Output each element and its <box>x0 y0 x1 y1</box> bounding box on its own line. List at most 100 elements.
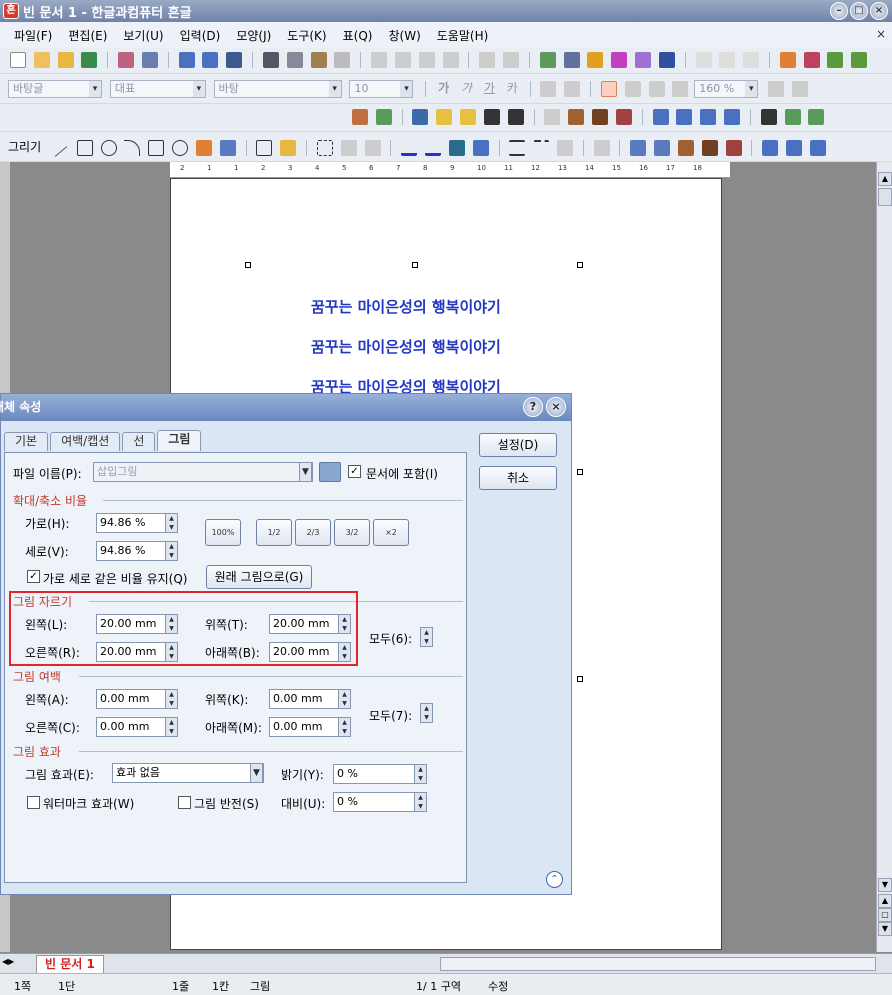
help-icon[interactable]: ? <box>523 397 543 417</box>
menu-edit[interactable]: 편집(E) <box>68 27 107 44</box>
page-copy-icon[interactable] <box>719 52 736 68</box>
crop-all-spinner[interactable]: ▲ ▼ <box>420 627 433 647</box>
line-dash-icon[interactable] <box>533 139 550 156</box>
new-icon[interactable] <box>10 52 26 68</box>
table-icon[interactable] <box>563 52 580 68</box>
document-tab[interactable]: 빈 문서 1 <box>36 955 104 973</box>
contrast-input[interactable]: 0 % <box>333 792 415 812</box>
frame-icon[interactable] <box>695 52 712 68</box>
layer2-icon[interactable] <box>851 52 868 68</box>
ok-button[interactable]: 설정(D) <box>479 433 557 457</box>
height-spinner[interactable]: ▲ ▼ <box>165 541 178 561</box>
rotate-shape-icon[interactable] <box>762 139 779 156</box>
page-icon[interactable]: ▢ <box>878 908 892 922</box>
prev-page-icon[interactable]: ▲ <box>878 894 892 908</box>
object-prop-icon[interactable] <box>352 109 368 125</box>
align-center-icon[interactable] <box>648 80 665 97</box>
hanja-icon[interactable] <box>611 52 628 68</box>
chart-icon[interactable] <box>587 52 604 68</box>
order-back-icon[interactable] <box>654 139 671 156</box>
textbox-icon[interactable] <box>256 139 273 156</box>
resize-handle[interactable] <box>412 262 418 268</box>
document-text-line[interactable]: 꿈꾸는 마이은성의 행복이야기 <box>311 336 501 357</box>
ellipse-icon[interactable] <box>100 139 117 156</box>
scroll-thumb[interactable] <box>878 188 892 206</box>
order-front-icon[interactable] <box>630 139 647 156</box>
picture-effect-icon[interactable] <box>412 109 429 125</box>
shape-icon[interactable] <box>418 52 435 68</box>
undo-icon[interactable] <box>178 52 195 68</box>
margin-left-input[interactable]: 0.00 mm <box>96 689 166 709</box>
distribute-icon[interactable] <box>809 139 826 156</box>
document-close-icon[interactable]: × <box>876 27 886 41</box>
line-icon[interactable] <box>54 145 68 158</box>
align-justify-icon[interactable] <box>600 80 617 97</box>
align-right-icon[interactable] <box>672 80 689 97</box>
draw-pic-icon[interactable] <box>280 139 297 156</box>
preview-icon[interactable] <box>141 52 158 68</box>
dialog-title-bar[interactable]: 개체 속성 ? × <box>0 394 571 421</box>
style-select[interactable]: 바탕글 <box>8 79 102 98</box>
margin-bottom-spinner[interactable]: ▲ ▼ <box>338 717 351 737</box>
save-icon[interactable] <box>81 52 98 68</box>
unlink-icon[interactable] <box>503 52 520 68</box>
group-icon[interactable] <box>784 109 801 125</box>
tab-scroll-left-icon[interactable]: ◀▶ <box>2 957 14 966</box>
maximize-button[interactable]: □ <box>850 2 868 20</box>
close-icon[interactable]: × <box>546 397 566 417</box>
zoom-three-halves-button[interactable]: 3/2 <box>334 519 370 546</box>
align-left-icon[interactable] <box>624 80 641 97</box>
brightness-input[interactable]: 0 % <box>333 764 415 784</box>
menu-insert[interactable]: 입력(D) <box>180 27 221 44</box>
paste-icon[interactable] <box>310 52 327 68</box>
print-icon[interactable] <box>118 52 135 68</box>
margin-right-input[interactable]: 0.00 mm <box>96 717 166 737</box>
underline-button[interactable]: 가 <box>484 81 495 95</box>
margin-right-spinner[interactable]: ▲ ▼ <box>165 717 178 737</box>
shadow-icon[interactable] <box>448 139 465 156</box>
template-icon[interactable] <box>33 52 50 68</box>
pen-icon[interactable] <box>195 139 212 156</box>
effect-select[interactable]: 효과 없음 <box>112 763 264 783</box>
scroll-down-icon[interactable]: ▼ <box>878 878 892 892</box>
menu-format[interactable]: 모양(J) <box>236 27 271 44</box>
italic-button[interactable]: 가 <box>461 81 472 95</box>
vertical-scrollbar[interactable]: ▲ ▼ ▲ ▢ ▼ <box>876 162 892 952</box>
document-text-line[interactable]: 꿈꾸는 마이은성의 행복이야기 <box>311 296 501 317</box>
next-page-icon[interactable]: ▼ <box>878 922 892 936</box>
font-select[interactable]: 바탕 <box>213 79 342 98</box>
tab-line[interactable]: 선 <box>122 432 156 451</box>
group-shapes-icon[interactable] <box>677 139 694 156</box>
formula-icon[interactable] <box>635 52 652 68</box>
menu-tools[interactable]: 도구(K) <box>287 27 326 44</box>
minimize-button[interactable]: – <box>830 2 848 20</box>
picture-icon[interactable] <box>539 52 556 68</box>
fill-color-icon[interactable] <box>425 140 442 156</box>
horizontal-ruler[interactable]: 2 1 1 2 3 4 5 6 7 8 9 10 11 12 13 14 15 16 17 18 <box>170 162 730 178</box>
resize-handle[interactable] <box>245 262 251 268</box>
menu-table[interactable]: 표(Q) <box>343 27 373 44</box>
shadow-style-icon[interactable] <box>593 139 610 156</box>
reset-icon[interactable] <box>615 109 632 125</box>
zoom-two-thirds-button[interactable]: 2/3 <box>295 519 331 546</box>
keep-ratio-checkbox[interactable]: ✓ <box>27 570 40 583</box>
open-icon[interactable] <box>57 52 74 68</box>
outline-button[interactable]: 카 <box>507 81 518 95</box>
brightness-up-icon[interactable] <box>460 109 477 125</box>
font-lang-select[interactable]: 대표 <box>109 79 206 98</box>
watermark-checkbox[interactable] <box>27 796 40 809</box>
tab-picture[interactable]: 그림 <box>157 430 202 451</box>
margin-top-input[interactable]: 0.00 mm <box>269 689 339 709</box>
zoom-select[interactable]: 160 % <box>694 79 759 98</box>
zoom-half-button[interactable]: 1/2 <box>256 519 292 546</box>
width-spinner[interactable]: ▲ ▼ <box>165 513 178 533</box>
brightness-icon[interactable] <box>436 109 453 125</box>
tab-margin-caption[interactable]: 여백/캡션 <box>50 432 121 451</box>
outdent-icon[interactable] <box>791 80 808 97</box>
effect-dropdown-icon[interactable]: ▼ <box>250 763 263 783</box>
folder-icon[interactable] <box>319 462 341 482</box>
brightness-spinner[interactable]: ▲ ▼ <box>414 764 427 784</box>
original-size-button[interactable]: 원래 그림으로(G) <box>206 565 312 589</box>
close-button[interactable]: × <box>870 2 888 20</box>
size-select[interactable]: 10 <box>349 79 414 98</box>
